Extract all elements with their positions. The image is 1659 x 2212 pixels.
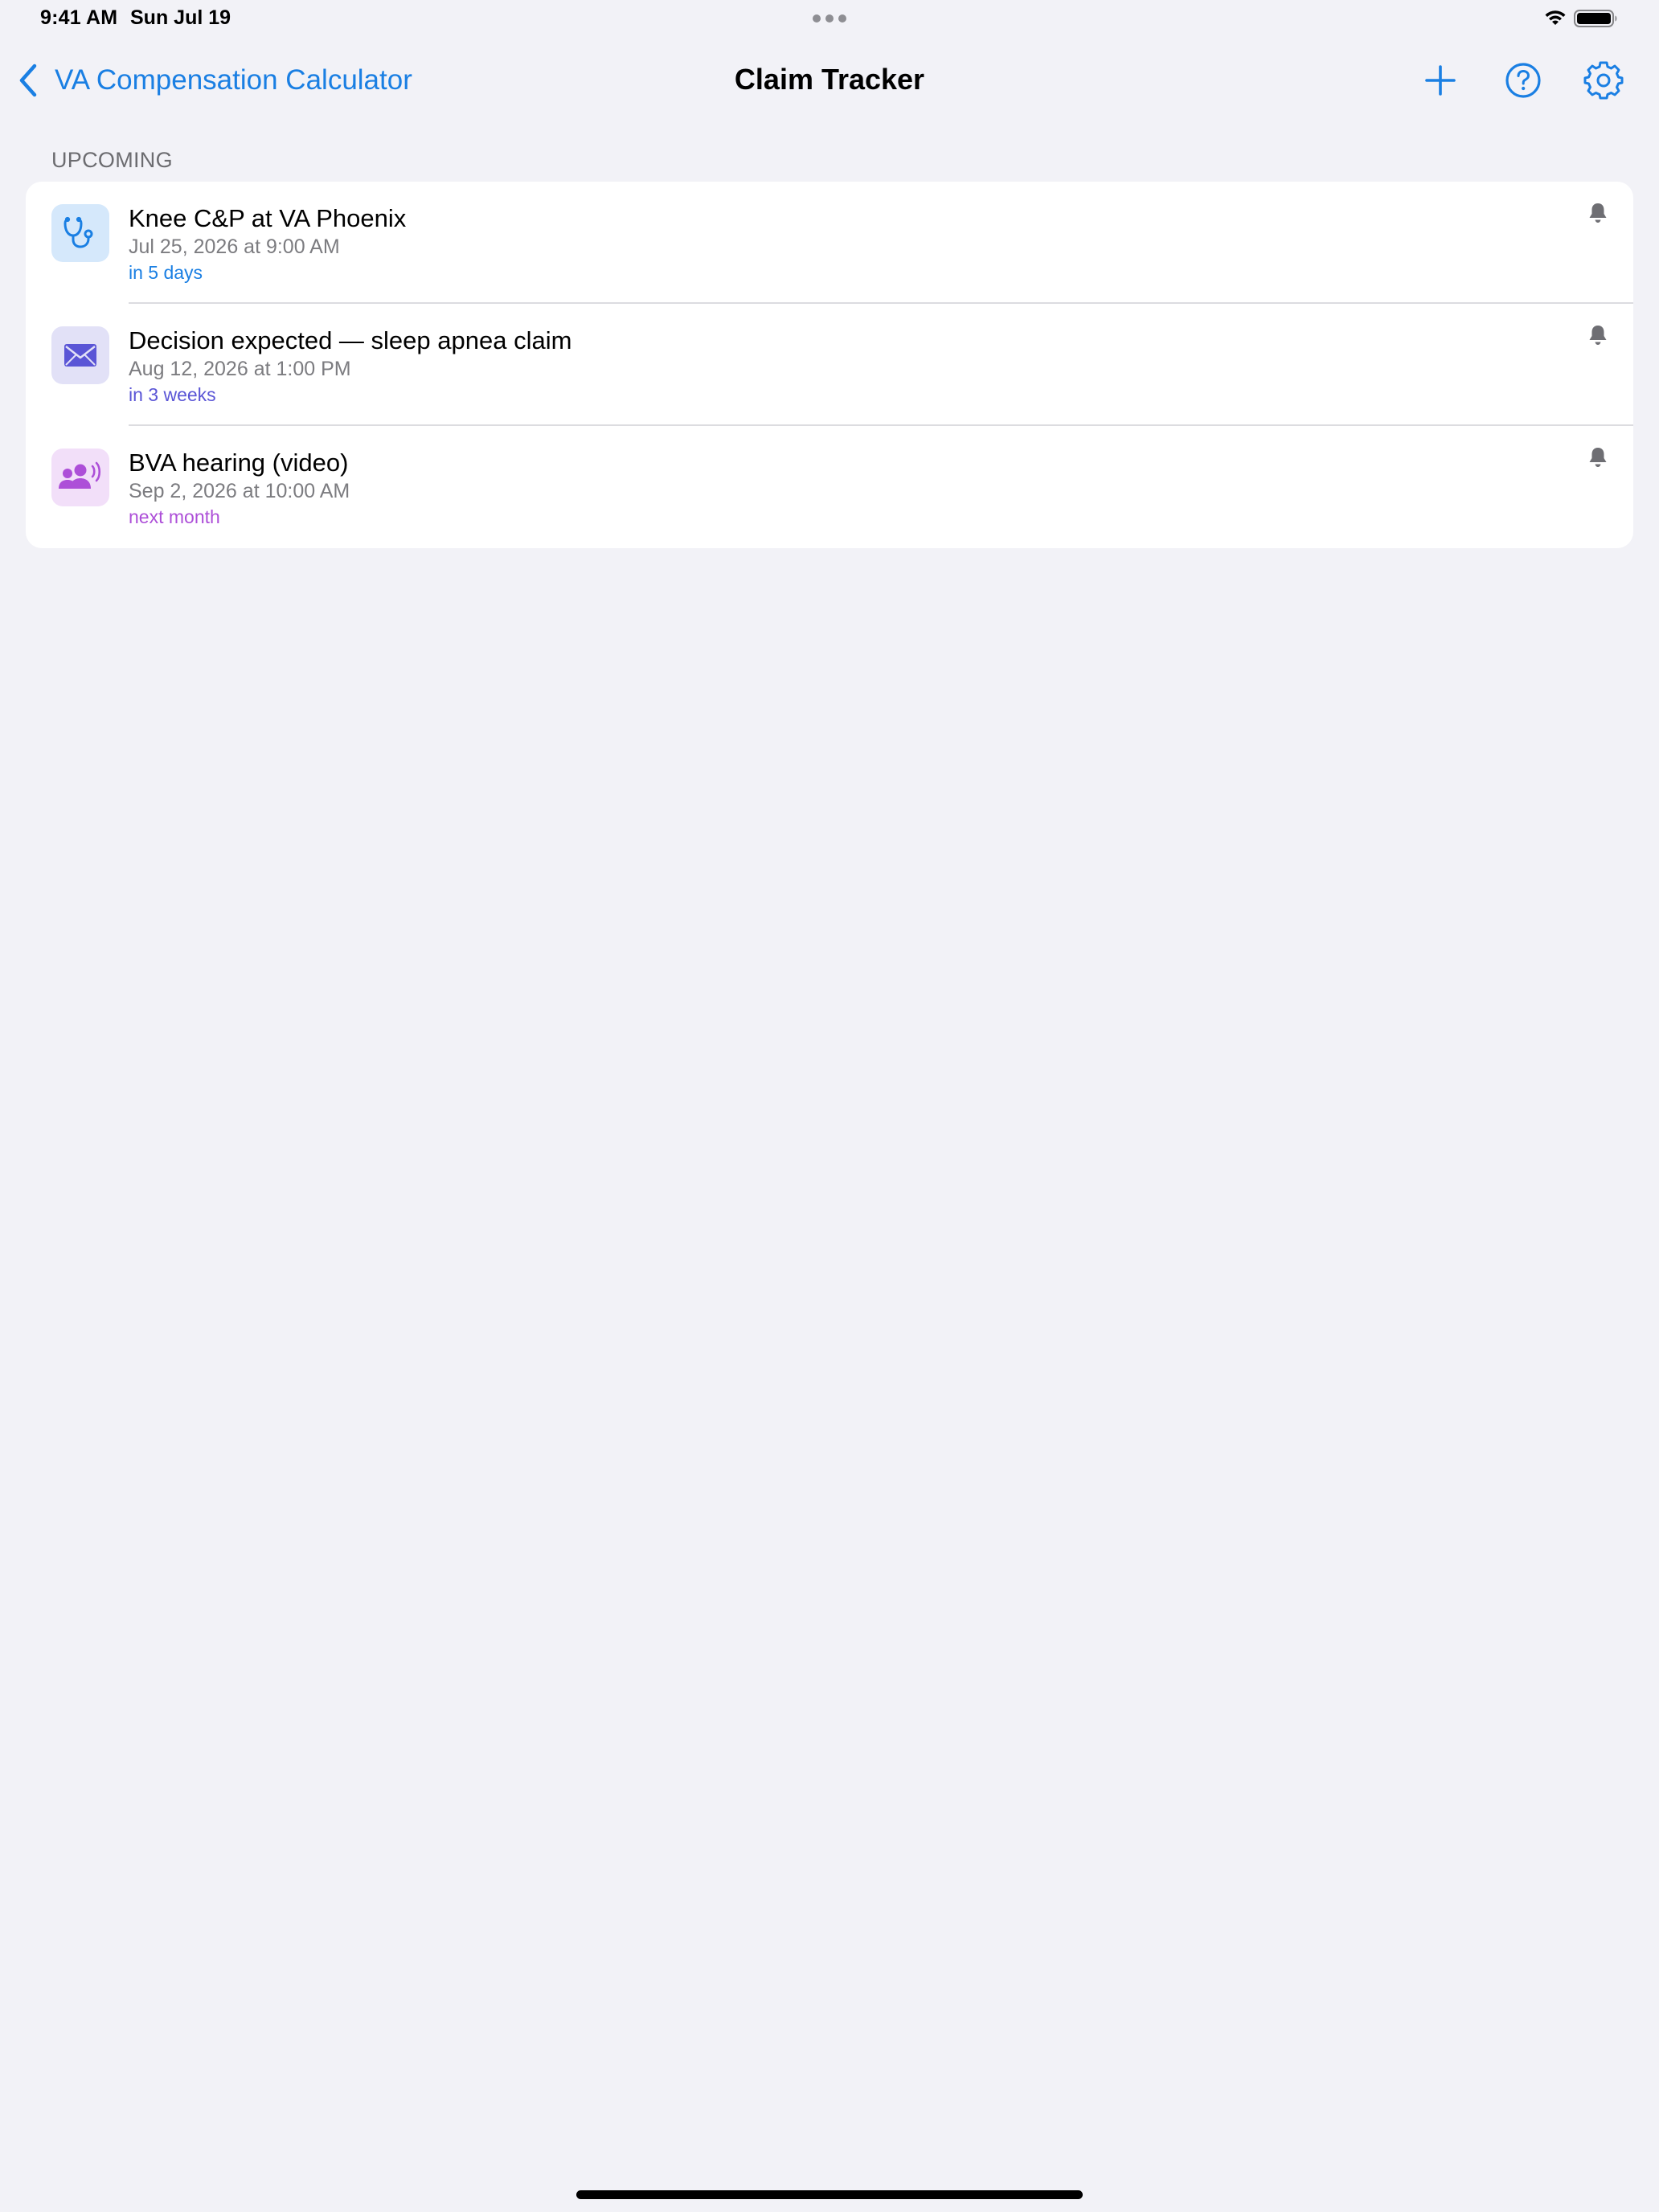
home-indicator[interactable] bbox=[576, 2190, 1083, 2199]
battery-icon bbox=[1574, 10, 1617, 27]
navigation-bar: VA Compensation Calculator Claim Tracker bbox=[0, 42, 1659, 117]
status-bar: 9:41 AM Sun Jul 19 bbox=[0, 0, 1659, 39]
list-item[interactable]: BVA hearing (video) Sep 2, 2026 at 10:00… bbox=[26, 426, 1633, 548]
list-item[interactable]: Decision expected — sleep apnea claim Au… bbox=[26, 304, 1633, 426]
bell-icon[interactable] bbox=[1586, 201, 1610, 225]
envelope-icon bbox=[51, 326, 109, 384]
status-date: Sun Jul 19 bbox=[130, 6, 231, 29]
item-title: BVA hearing (video) bbox=[129, 449, 349, 477]
upcoming-list: Knee C&P at VA Phoenix Jul 25, 2026 at 9… bbox=[26, 182, 1633, 548]
item-title: Decision expected — sleep apnea claim bbox=[129, 326, 572, 354]
plus-icon[interactable] bbox=[1418, 58, 1463, 103]
item-relative-time: next month bbox=[129, 506, 220, 527]
item-relative-time: in 3 weeks bbox=[129, 384, 216, 405]
item-date: Jul 25, 2026 at 9:00 AM bbox=[129, 236, 340, 258]
bell-icon[interactable] bbox=[1586, 445, 1610, 469]
question-circle-icon[interactable] bbox=[1501, 58, 1546, 103]
page-title: Claim Tracker bbox=[734, 63, 925, 96]
item-date: Sep 2, 2026 at 10:00 AM bbox=[129, 480, 350, 502]
item-relative-time: in 5 days bbox=[129, 262, 203, 283]
list-item[interactable]: Knee C&P at VA Phoenix Jul 25, 2026 at 9… bbox=[26, 182, 1633, 304]
stethoscope-icon bbox=[51, 204, 109, 262]
wifi-icon bbox=[1545, 10, 1566, 25]
multitasking-dots-icon[interactable] bbox=[813, 14, 846, 23]
status-time: 9:41 AM bbox=[40, 6, 118, 29]
people-speaking-icon bbox=[51, 449, 109, 506]
gear-icon[interactable] bbox=[1581, 58, 1626, 103]
section-header-upcoming: UPCOMING bbox=[51, 148, 173, 172]
item-date: Aug 12, 2026 at 1:00 PM bbox=[129, 358, 351, 380]
item-title: Knee C&P at VA Phoenix bbox=[129, 204, 407, 232]
bell-icon[interactable] bbox=[1586, 323, 1610, 347]
